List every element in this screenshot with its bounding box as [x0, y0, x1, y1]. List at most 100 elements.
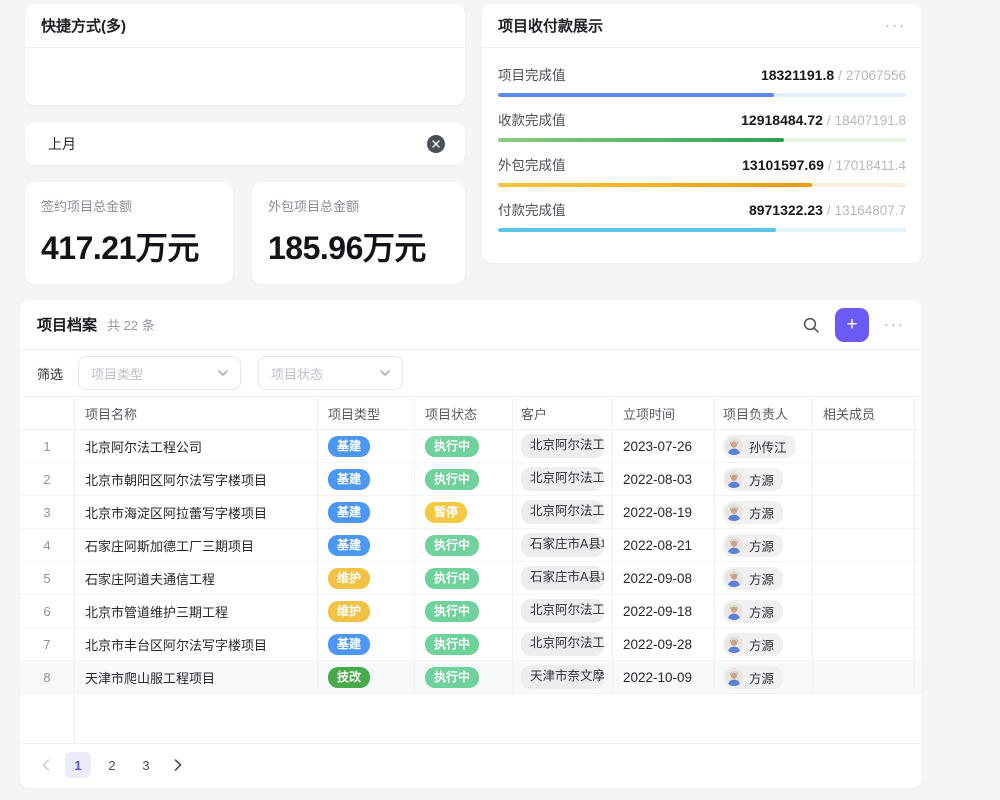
customer-tag: 北京阿尔法工程公司 [521, 467, 604, 491]
metric-label: 签约项目总金额 [41, 196, 217, 215]
progress-separator: / [827, 203, 831, 218]
close-icon[interactable] [427, 135, 445, 153]
owner-tag: 方源 [723, 666, 783, 689]
progress-track [498, 138, 906, 142]
project-status-badge: 执行中 [425, 469, 479, 490]
chevron-left-icon [42, 759, 50, 771]
owner-name: 方源 [749, 503, 774, 522]
project-name: 北京市丰台区阿尔法写字楼项目 [75, 628, 318, 660]
pagination-prev[interactable] [35, 752, 57, 778]
owner-tag: 方源 [723, 633, 783, 656]
owner-tag: 方源 [723, 501, 783, 524]
filter-project-type-select[interactable]: 项目类型 [78, 356, 241, 390]
progress-item-outsource: 外包完成值 13101597.69/17018411.4 [498, 154, 906, 187]
owner-name: 方源 [749, 569, 774, 588]
progress-item-receipts: 收款完成值 12918484.72/18407191.8 [498, 109, 906, 142]
table-header-row: 项目名称 项目类型 项目状态 客户 立项时间 项目负责人 相关成员 [20, 396, 922, 430]
row-index: 8 [20, 661, 75, 693]
column-header-type: 项目类型 [318, 397, 415, 429]
table-row[interactable]: 4 石家庄阿斯加德工厂三期项目 基建 执行中 石家庄市A县城投公司 2022-0… [20, 529, 922, 562]
related-members [813, 628, 915, 660]
table-row[interactable]: 2 北京市朝阳区阿尔法写字楼项目 基建 执行中 北京阿尔法工程公司 2022-0… [20, 463, 922, 496]
table-row[interactable]: 3 北京市海淀区阿拉蕾写字楼项目 基建 暂停 北京阿尔法工程公司 2022-08… [20, 496, 922, 529]
table-row[interactable]: 8 天津市爬山服工程项目 技改 执行中 天津市奈文摩尔公司 2022-10-09… [20, 661, 922, 694]
progress-current: 8971322.23 [749, 202, 823, 218]
shortcuts-header: 快捷方式(多) [25, 4, 465, 48]
progress-separator: / [828, 158, 832, 173]
pagination-page-2[interactable]: 2 [99, 752, 125, 778]
more-icon[interactable]: ··· [884, 317, 905, 332]
related-members [813, 562, 915, 594]
progress-separator: / [838, 68, 842, 83]
owner-name: 方源 [749, 635, 774, 654]
chevron-down-icon [380, 370, 390, 376]
customer-tag: 石家庄市A县城投公司 [521, 566, 604, 590]
payments-panel: 项目收付款展示 ··· 项目完成值 18321191.8/27067556 收款… [482, 4, 922, 263]
owner-tag: 孙传江 [723, 435, 796, 458]
avatar [725, 602, 743, 620]
progress-track [498, 93, 906, 97]
avatar [725, 635, 743, 653]
column-header-name: 项目名称 [75, 397, 318, 429]
avatar [725, 668, 743, 686]
row-index: 6 [20, 595, 75, 627]
progress-current: 13101597.69 [742, 157, 824, 173]
metric-card-signed-total: 签约项目总金额 417.21万元 [25, 182, 233, 284]
pagination-page-3[interactable]: 3 [133, 752, 159, 778]
row-index: 1 [20, 430, 75, 462]
add-record-button[interactable]: + [835, 308, 869, 342]
projects-count: 共 22 条 [107, 315, 155, 334]
progress-fill [498, 138, 784, 142]
avatar [725, 470, 743, 488]
table-row[interactable]: 5 石家庄阿道夫通信工程 维护 执行中 石家庄市A县城投公司 2022-09-0… [20, 562, 922, 595]
project-date: 2022-08-19 [613, 496, 715, 528]
progress-total: 13164807.7 [835, 203, 906, 218]
progress-fill [498, 228, 776, 232]
owner-name: 孙传江 [749, 437, 787, 456]
payments-header: 项目收付款展示 ··· [482, 4, 922, 48]
owner-name: 方源 [749, 602, 774, 621]
table-body: 1 北京阿尔法工程公司 基建 执行中 北京阿尔法工程公司 2023-07-26 … [20, 430, 922, 694]
customer-tag: 北京阿尔法工程公司 [521, 500, 604, 524]
column-header-customer: 客户 [513, 397, 613, 429]
shortcuts-panel: 快捷方式(多) [25, 4, 465, 105]
project-status-badge: 执行中 [425, 568, 479, 589]
project-date: 2022-09-28 [613, 628, 715, 660]
project-type-badge: 基建 [328, 535, 370, 556]
pagination-page-1[interactable]: 1 [65, 752, 91, 778]
pagination-next[interactable] [167, 752, 189, 778]
search-icon[interactable] [802, 316, 820, 334]
row-index: 7 [20, 628, 75, 660]
owner-name: 方源 [749, 668, 774, 687]
project-name: 北京市管道维护三期工程 [75, 595, 318, 627]
owner-tag: 方源 [723, 600, 783, 623]
project-type-badge: 基建 [328, 469, 370, 490]
table-row[interactable]: 6 北京市管道维护三期工程 维护 执行中 北京阿尔法工程公司 2022-09-1… [20, 595, 922, 628]
pagination: 1 2 3 [20, 744, 922, 786]
owner-name: 方源 [749, 536, 774, 555]
customer-tag: 北京阿尔法工程公司 [521, 599, 604, 623]
more-icon[interactable]: ··· [885, 18, 906, 33]
payments-title: 项目收付款展示 [498, 15, 603, 36]
owner-tag: 方源 [723, 567, 783, 590]
chevron-right-icon [174, 759, 182, 771]
project-date: 2022-09-08 [613, 562, 715, 594]
filter-bar: 筛选 项目类型 项目状态 [20, 350, 922, 396]
project-status-badge: 执行中 [425, 535, 479, 556]
filter-project-status-select[interactable]: 项目状态 [258, 356, 403, 390]
last-month-filter[interactable]: 上月 [25, 122, 465, 165]
customer-tag: 北京阿尔法工程公司 [521, 434, 604, 458]
progress-track [498, 228, 906, 232]
column-header-status: 项目状态 [415, 397, 513, 429]
project-date: 2022-09-18 [613, 595, 715, 627]
chevron-down-icon [218, 370, 228, 376]
project-name: 石家庄阿道夫通信工程 [75, 562, 318, 594]
row-index: 3 [20, 496, 75, 528]
table-row[interactable]: 1 北京阿尔法工程公司 基建 执行中 北京阿尔法工程公司 2023-07-26 … [20, 430, 922, 463]
avatar [725, 503, 743, 521]
metric-card-outsource-total: 外包项目总金额 185.96万元 [252, 182, 465, 284]
progress-fill [498, 183, 812, 187]
related-members [813, 529, 915, 561]
shortcuts-title: 快捷方式(多) [41, 15, 126, 36]
table-row[interactable]: 7 北京市丰台区阿尔法写字楼项目 基建 执行中 北京阿尔法工程公司 2022-0… [20, 628, 922, 661]
